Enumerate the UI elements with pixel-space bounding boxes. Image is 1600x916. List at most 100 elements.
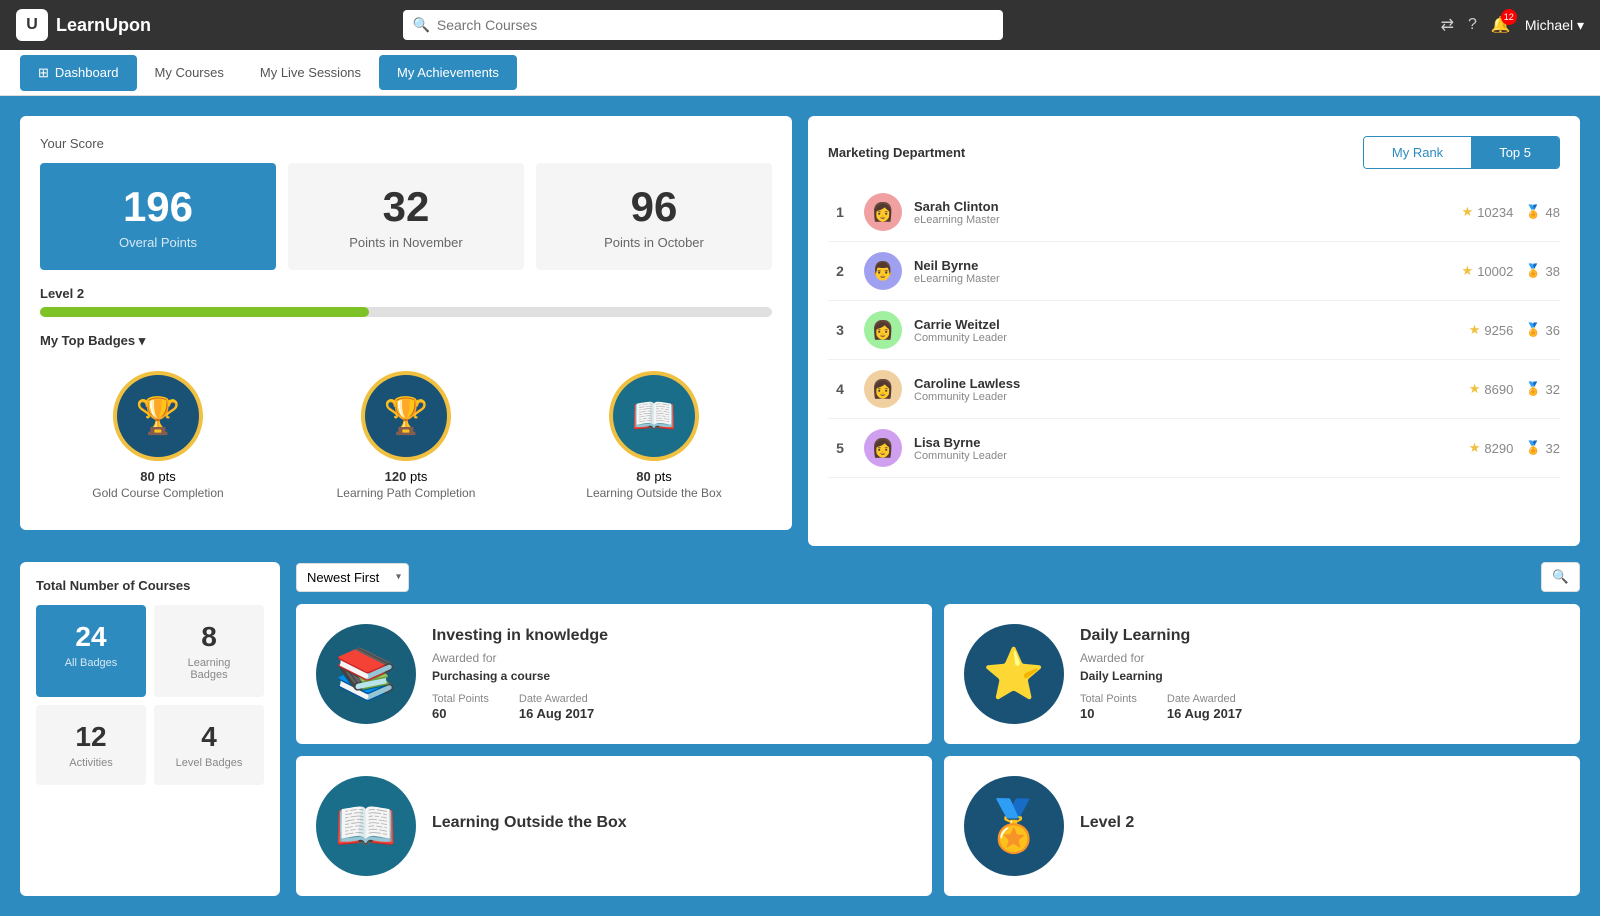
- leaderboard-row-3: 3 👩 Carrie Weitzel Community Leader ★ 92…: [828, 301, 1560, 360]
- star-icon-1: ★: [1462, 204, 1474, 220]
- badges-filter-bar: Newest First ▾ 🔍: [296, 562, 1580, 592]
- badge-card-title-outside: Learning Outside the Box: [432, 814, 627, 832]
- badge-icon-0: 🏆: [113, 371, 203, 461]
- badge-icon-2: 📖: [609, 371, 699, 461]
- lb-points-2: 10002: [1477, 264, 1513, 279]
- trophy-icon-2: 🏅: [1525, 263, 1541, 279]
- leaderboard-row-5: 5 👩 Lisa Byrne Community Leader ★ 8290 🏅…: [828, 419, 1560, 478]
- lb-badge-count-1: 48: [1546, 205, 1560, 220]
- lb-avatar-3: 👩: [864, 311, 902, 349]
- october-points-label: Points in October: [556, 235, 752, 250]
- lb-stars-4: ★ 8690: [1469, 381, 1514, 397]
- lb-avatar-5: 👩: [864, 429, 902, 467]
- badge-card-title-knowledge: Investing in knowledge: [432, 627, 608, 645]
- lb-name-wrap-4: Caroline Lawless Community Leader: [914, 376, 1457, 403]
- lb-name-wrap-1: Sarah Clinton eLearning Master: [914, 199, 1450, 226]
- badge-item-2: 📖 80 pts Learning Outside the Box: [536, 361, 772, 510]
- lb-title-5: Community Leader: [914, 450, 1457, 462]
- badge-card-outside: 📖 Learning Outside the Box: [296, 756, 932, 896]
- logo-area: U LearnUpon: [16, 9, 176, 41]
- overall-points-value: 196: [60, 183, 256, 231]
- search-button[interactable]: 🔍: [1541, 562, 1580, 592]
- date-awarded-value: 16 Aug 2017: [519, 706, 594, 721]
- activities-value: 12: [52, 721, 130, 753]
- lb-badges-4: 🏅 32: [1525, 381, 1560, 397]
- lb-badges-1: 🏅 48: [1525, 204, 1560, 220]
- leaderboard-row-2: 2 👨 Neil Byrne eLearning Master ★ 10002 …: [828, 242, 1560, 301]
- achievements-link[interactable]: My Achievements: [379, 55, 517, 90]
- filter-select[interactable]: Newest First: [296, 563, 409, 592]
- badge-icon-1: 🏆: [361, 371, 451, 461]
- progress-bar: [40, 307, 772, 317]
- badge-card-awarded-daily: Daily Learning: [1080, 669, 1242, 683]
- lb-name-3: Carrie Weitzel: [914, 317, 1457, 332]
- top-navigation: U LearnUpon 🔍 ⇄ ? 🔔 12 Michael ▾: [0, 0, 1600, 50]
- total-points-item: Total Points 60: [432, 693, 489, 721]
- top5-tab[interactable]: Top 5: [1471, 137, 1559, 168]
- badge-name-2: Learning Outside the Box: [546, 486, 762, 500]
- badge-pts-1: 120 pts: [298, 469, 514, 484]
- badge-card-info-outside: Learning Outside the Box: [432, 814, 627, 838]
- sub-navigation: ⊞ Dashboard My Courses My Live Sessions …: [0, 50, 1600, 96]
- star-icon-2: ★: [1462, 263, 1474, 279]
- activities-label: Activities: [52, 757, 130, 769]
- badge-card-info-level2: Level 2: [1080, 814, 1134, 838]
- notifications-icon[interactable]: 🔔 12: [1491, 15, 1511, 35]
- search-icon: 🔍: [413, 17, 430, 34]
- badge-card-awarded-label-knowledge: Awarded for: [432, 651, 608, 665]
- leaderboard-row-4: 4 👩 Caroline Lawless Community Leader ★ …: [828, 360, 1560, 419]
- lb-points-4: 8690: [1484, 382, 1513, 397]
- lb-badge-count-4: 32: [1546, 382, 1560, 397]
- lb-points-5: 8290: [1484, 441, 1513, 456]
- level-label: Level 2: [40, 286, 772, 301]
- lb-name-1: Sarah Clinton: [914, 199, 1450, 214]
- november-points-label: Points in November: [308, 235, 504, 250]
- progress-bar-fill: [40, 307, 369, 317]
- badge-card-icon-knowledge: 📚: [316, 624, 416, 724]
- total-points-value-daily: 10: [1080, 706, 1094, 721]
- lb-name-4: Caroline Lawless: [914, 376, 1457, 391]
- badge-pts-0: 80 pts: [50, 469, 266, 484]
- november-points-value: 32: [308, 183, 504, 231]
- badge-name-0: Gold Course Completion: [50, 486, 266, 500]
- badge-card-icon-outside: 📖: [316, 776, 416, 876]
- badge-item-0: 🏆 80 pts Gold Course Completion: [40, 361, 276, 510]
- badge-pts-2: 80 pts: [546, 469, 762, 484]
- trophy-icon-3: 🏅: [1525, 322, 1541, 338]
- my-courses-link[interactable]: My Courses: [137, 55, 242, 90]
- lb-badges-5: 🏅 32: [1525, 440, 1560, 456]
- help-icon[interactable]: ?: [1468, 16, 1477, 34]
- total-points-label-daily: Total Points: [1080, 693, 1137, 705]
- shuffle-icon[interactable]: ⇄: [1441, 15, 1454, 35]
- stats-sidebar: Total Number of Courses 24 All Badges 8 …: [20, 562, 280, 896]
- filter-select-wrap: Newest First ▾: [296, 563, 409, 592]
- date-awarded-value-daily: 16 Aug 2017: [1167, 706, 1242, 721]
- lb-name-5: Lisa Byrne: [914, 435, 1457, 450]
- level-badges-card: 4 Level Badges: [154, 705, 264, 785]
- search-input[interactable]: [403, 10, 1003, 40]
- badge-card-info-daily: Daily Learning Awarded for Daily Learnin…: [1080, 627, 1242, 721]
- department-label[interactable]: Marketing Department: [828, 145, 965, 160]
- badge-name-1: Learning Path Completion: [298, 486, 514, 500]
- all-badges-value: 24: [52, 621, 130, 653]
- user-menu[interactable]: Michael ▾: [1525, 17, 1584, 34]
- star-icon-5: ★: [1469, 440, 1481, 456]
- nav-icons: ⇄ ? 🔔 12 Michael ▾: [1441, 15, 1584, 35]
- lb-badge-count-3: 36: [1546, 323, 1560, 338]
- my-rank-tab[interactable]: My Rank: [1364, 137, 1471, 168]
- star-icon-4: ★: [1469, 381, 1481, 397]
- lb-badge-count-2: 38: [1546, 264, 1560, 279]
- live-sessions-link[interactable]: My Live Sessions: [242, 55, 379, 90]
- lb-avatar-4: 👩: [864, 370, 902, 408]
- lb-stars-2: ★ 10002: [1462, 263, 1514, 279]
- leaderboard-row-1: 1 👩 Sarah Clinton eLearning Master ★ 102…: [828, 183, 1560, 242]
- lb-avatar-1: 👩: [864, 193, 902, 231]
- badge-cards-row-2: 📖 Learning Outside the Box 🏅 Level 2: [296, 756, 1580, 896]
- lb-name-wrap-3: Carrie Weitzel Community Leader: [914, 317, 1457, 344]
- score-cards: 196 Overal Points 32 Points in November …: [40, 163, 772, 270]
- learning-badges-card: 8 Learning Badges: [154, 605, 264, 697]
- lb-rank-3: 3: [828, 322, 852, 338]
- dashboard-button[interactable]: ⊞ Dashboard: [20, 55, 137, 91]
- lb-avatar-2: 👨: [864, 252, 902, 290]
- trophy-icon-5: 🏅: [1525, 440, 1541, 456]
